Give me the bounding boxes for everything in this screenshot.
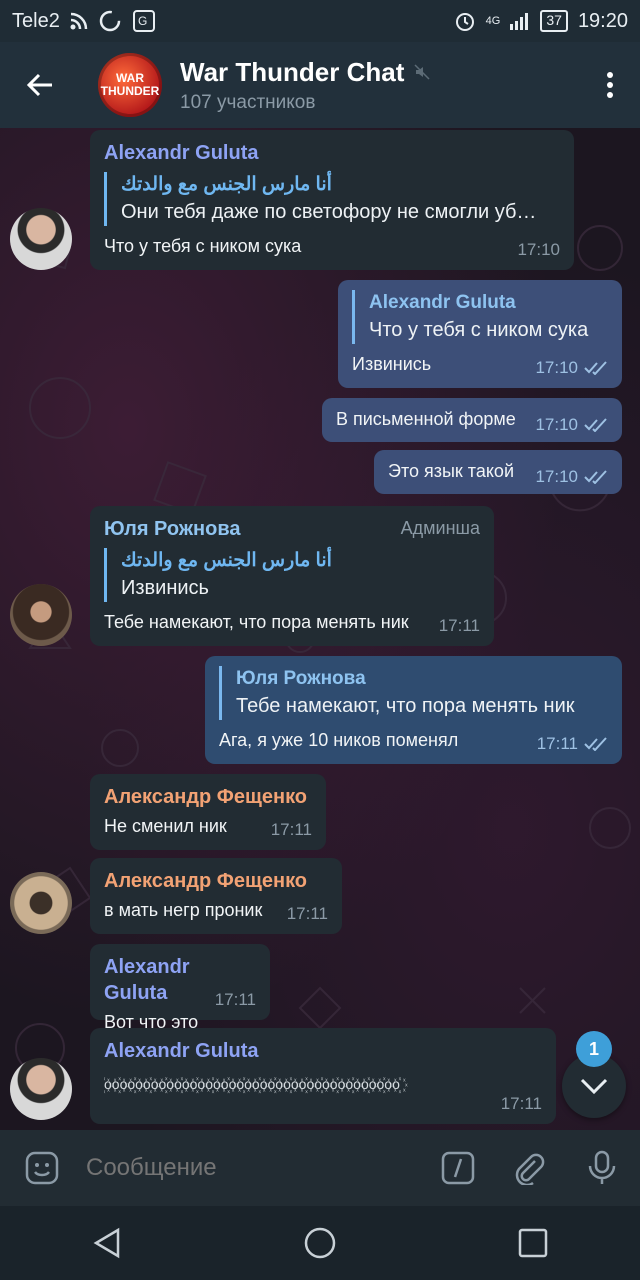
reply-text: Тебе намекают, что пора менять ник xyxy=(236,695,575,717)
reply-quote[interactable]: Юля Рожнова Тебе намекают, что пора меня… xyxy=(219,666,608,720)
message-bubble[interactable]: Это язык такой 17:10 xyxy=(374,450,622,494)
paperclip-icon xyxy=(515,1153,545,1185)
nav-back-button[interactable] xyxy=(67,1206,147,1280)
message-bubble[interactable]: Alexandr Guluta أنا مارس الجنس مع والدتك… xyxy=(90,130,574,270)
chat-info[interactable]: War Thunder Chat 107 участников xyxy=(180,57,580,114)
triangle-back-icon xyxy=(93,1227,119,1259)
message-bubble[interactable]: Юля Рожнова Админша أنا مارس الجنس مع وا… xyxy=(90,506,494,646)
system-nav-bar xyxy=(0,1206,640,1280)
message-time: 17:11 xyxy=(214,990,256,1009)
reply-text: Что у тебя с ником сука xyxy=(369,319,589,341)
reply-sender: Юля Рожнова xyxy=(236,668,366,689)
sync-icon xyxy=(98,9,122,33)
admin-badge: Админша xyxy=(400,518,480,538)
reply-sender: Alexandr Guluta xyxy=(369,292,516,313)
message-time: 17:11 xyxy=(537,734,608,754)
message-text: Тебе намекают, что пора менять ник xyxy=(104,612,409,632)
arrow-left-icon xyxy=(26,73,52,97)
double-check-icon xyxy=(584,418,607,432)
bot-command-button[interactable] xyxy=(424,1130,492,1206)
more-vert-icon xyxy=(607,72,613,98)
attach-button[interactable] xyxy=(492,1130,564,1206)
voice-record-button[interactable] xyxy=(564,1130,640,1206)
message-list[interactable]: Alexandr Guluta أنا مارس الجنس مع والدتك… xyxy=(0,128,640,1130)
double-check-icon xyxy=(584,470,607,484)
clock: 19:20 xyxy=(577,9,628,32)
nav-recents-button[interactable] xyxy=(493,1206,573,1280)
message-time: 17:10 xyxy=(535,415,608,435)
chat-title: War Thunder Chat xyxy=(180,56,405,87)
member-count: 107 участников xyxy=(180,91,316,113)
mute-icon xyxy=(414,64,430,80)
avatar[interactable] xyxy=(10,1058,72,1120)
composer-bar xyxy=(0,1130,640,1206)
message-time: 17:11 xyxy=(286,904,328,923)
message-bubble[interactable]: Alexandr Guluta Что у тебя с ником сука … xyxy=(338,280,622,388)
reply-sender: أنا مارس الجنس مع والدتك xyxy=(121,550,332,571)
double-check-icon xyxy=(584,737,607,751)
chevron-down-icon xyxy=(580,1078,608,1094)
translate-icon: G xyxy=(132,9,156,33)
message-time: 17:10 xyxy=(517,240,560,259)
network-type: 4G xyxy=(485,14,501,27)
message-bubble[interactable]: В письменной форме 17:10 xyxy=(322,398,622,442)
reply-quote[interactable]: أنا مارس الجنس مع والدتك Извинись xyxy=(104,548,480,602)
message-time: 17:11 xyxy=(438,616,480,635)
reply-text: Они тебя даже по светофору не смогли уб… xyxy=(121,201,537,223)
alarm-icon xyxy=(454,10,476,32)
rss-icon xyxy=(70,12,88,30)
square-recents-icon xyxy=(519,1228,548,1258)
avatar[interactable] xyxy=(10,584,72,646)
signal-icon xyxy=(510,12,530,30)
message-bubble[interactable]: Юля Рожнова Тебе намекают, что пора меня… xyxy=(205,656,622,764)
more-menu-button[interactable] xyxy=(580,42,640,128)
message-text: Что у тебя с ником сука xyxy=(104,236,302,256)
message-bubble[interactable]: Alexandr Guluta ꙰oo꙰oo꙰oo꙰oo꙰oo꙰oo꙰oo꙰oo… xyxy=(90,1028,556,1124)
slash-command-icon xyxy=(441,1151,475,1185)
chat-avatar[interactable]: WAR THUNDER xyxy=(98,53,162,117)
message-input[interactable] xyxy=(84,1153,424,1183)
message-time: 17:10 xyxy=(535,467,608,487)
message-time: 17:11 xyxy=(270,820,312,839)
message-bubble[interactable]: Александр Фещенко Не сменил ник 17:11 xyxy=(90,774,326,850)
unread-badge: 1 xyxy=(576,1031,612,1067)
chat-header: WAR THUNDER War Thunder Chat 107 участни… xyxy=(0,42,640,128)
reply-quote[interactable]: أنا مارس الجنس مع والدتك Они тебя даже п… xyxy=(104,172,560,226)
microphone-icon xyxy=(588,1150,616,1184)
message-text: ꙰oo꙰oo꙰oo꙰oo꙰oo꙰oo꙰oo꙰oo꙰oo꙰oo꙰oo꙰oo꙰oo꙰… xyxy=(104,1076,400,1092)
nav-home-button[interactable] xyxy=(280,1206,360,1280)
avatar[interactable] xyxy=(10,872,72,934)
message-time: 17:11 xyxy=(500,1094,542,1113)
sender-name[interactable]: Александр Фещенко xyxy=(104,868,328,894)
emoji-icon xyxy=(25,1151,59,1185)
message-time: 17:10 xyxy=(535,358,608,378)
sender-name[interactable]: Alexandr Guluta xyxy=(104,140,560,166)
sender-name[interactable]: Александр Фещенко xyxy=(104,784,312,810)
svg-text:G: G xyxy=(138,14,147,28)
message-bubble[interactable]: Александр Фещенко в мать негр проник 17:… xyxy=(90,858,342,934)
battery-level: 37 xyxy=(540,10,568,32)
circle-home-icon xyxy=(304,1227,336,1259)
avatar[interactable] xyxy=(10,208,72,270)
emoji-button[interactable] xyxy=(0,1130,84,1206)
back-button[interactable] xyxy=(0,42,80,128)
message-bubble[interactable]: Alexandr Guluta Вот что это 17:11 xyxy=(90,944,270,1032)
carrier-name: Tele2 xyxy=(12,9,60,32)
reply-text: Извинись xyxy=(121,577,209,599)
double-check-icon xyxy=(584,361,607,375)
reply-sender: أنا مارس الجنس مع والدتك xyxy=(121,174,332,195)
status-bar: Tele2 G 4G 37 19:20 xyxy=(0,0,640,42)
reply-quote[interactable]: Alexandr Guluta Что у тебя с ником сука xyxy=(352,290,608,344)
sender-name[interactable]: Alexandr Guluta xyxy=(104,1038,542,1064)
